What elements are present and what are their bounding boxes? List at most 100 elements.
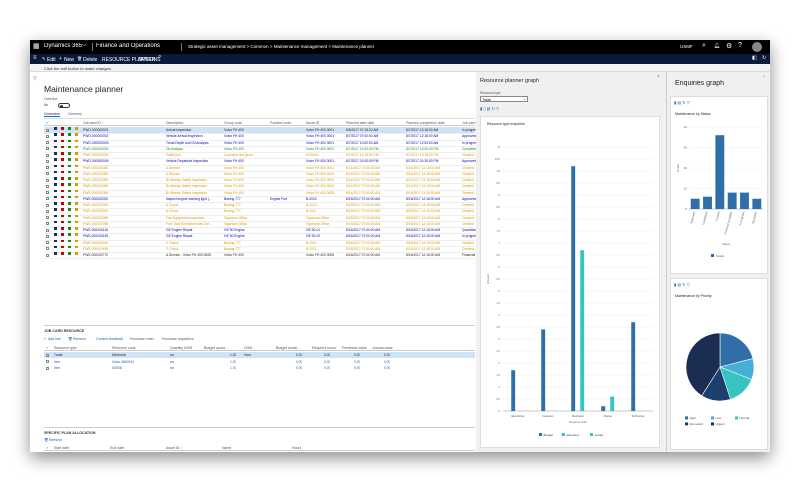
column-required-hours[interactable]: Required hours	[312, 345, 336, 351]
row-checkbox[interactable]	[46, 134, 49, 138]
column-journal-value[interactable]: Journal value	[372, 345, 393, 351]
column-name[interactable]: Name	[222, 445, 231, 451]
row-checkbox[interactable]	[46, 222, 49, 226]
table-row[interactable]: Item Volvo 4660343 ea 1.00 0.00 0.00 0.00 0.00	[44, 359, 475, 365]
close-icon[interactable]: ×	[657, 74, 660, 80]
hamburger-icon[interactable]: ≡	[33, 55, 37, 61]
bar-actual-mechanic[interactable]	[580, 250, 585, 411]
row-checkbox[interactable]	[46, 228, 49, 232]
new-button[interactable]: New	[64, 57, 74, 63]
edit-button[interactable]: Edit	[47, 57, 56, 63]
row-checkbox[interactable]	[46, 191, 49, 194]
table-row[interactable]: Trade Mechanic ea 1.00 Hour 0.00 0.00 0.00 0.00	[44, 352, 475, 359]
resource-section-title[interactable]: JOB CARD RESOURCE	[44, 329, 84, 333]
bell-icon[interactable]: 🔔︎	[714, 43, 720, 49]
column-end-date[interactable]: End date	[110, 445, 124, 451]
column-resource-code[interactable]: Resource code	[112, 345, 136, 351]
row-checkbox[interactable]	[46, 166, 49, 169]
table-row[interactable]: Item D0008 ea 1.00 0.00 0.00 0.00 0.00	[44, 365, 475, 371]
column-resource-type[interactable]: Resource type	[54, 345, 77, 351]
row-checkbox[interactable]	[46, 253, 49, 257]
column-hours[interactable]: Hours	[292, 445, 301, 451]
row-checkbox[interactable]	[46, 128, 49, 132]
module-name[interactable]: Finance and Operations	[96, 43, 160, 49]
line-chart-icon[interactable]: ▯	[483, 106, 485, 111]
bar-chart-icon[interactable]: ▮	[480, 106, 482, 111]
row-checkbox[interactable]	[46, 366, 49, 370]
breadcrumb[interactable]: Strategic asset management > Common > Ma…	[188, 44, 374, 49]
bar-budget-painter[interactable]	[601, 406, 606, 411]
column-start-date[interactable]: Start date	[54, 445, 69, 451]
commit-feedback-button[interactable]: Commit feedback	[96, 337, 123, 341]
row-checkbox[interactable]	[46, 353, 49, 357]
app-chevron-icon[interactable]: ⌵	[82, 42, 87, 49]
bar-actual-painter[interactable]	[610, 396, 615, 411]
help-icon[interactable]: ?	[738, 42, 742, 49]
filter-icon[interactable]: ▽	[496, 106, 499, 111]
column-budget-duration[interactable]: Budget durati...	[276, 345, 300, 351]
purchase-requisition-button[interactable]: Purchase requisition	[162, 337, 194, 341]
allocation-section-title[interactable]: SPECIFIC PLAN ALLOCATION	[44, 431, 96, 435]
bar-status-completed[interactable]	[703, 196, 712, 209]
resource-type-select[interactable]: Trade ⌄	[480, 96, 528, 102]
bar-status-quotation[interactable]	[752, 198, 762, 209]
search-icon[interactable]: ⌕	[158, 54, 161, 61]
row-checkbox[interactable]	[46, 234, 49, 238]
column-budget-quantity[interactable]: Budget quant...	[204, 345, 228, 351]
bar-budget-inspector[interactable]	[541, 329, 546, 411]
select-all-checkbox[interactable]: ✓	[46, 345, 49, 351]
column-planned-completion[interactable]: Planned completion date	[406, 120, 445, 126]
column-group-code[interactable]: Group code	[224, 120, 242, 126]
bar-status-approved[interactable]	[690, 198, 700, 209]
column-position-code[interactable]: Position code	[270, 120, 291, 126]
row-checkbox[interactable]	[46, 172, 49, 176]
column-job-card-id[interactable]: Job card ID ↑	[83, 120, 104, 126]
row-checkbox[interactable]	[46, 159, 49, 163]
row-checkbox[interactable]	[46, 178, 49, 182]
row-checkbox[interactable]	[46, 216, 49, 219]
column-quantity-uom[interactable]: Quantity UOM	[170, 345, 192, 351]
row-checkbox[interactable]	[46, 203, 49, 207]
row-checkbox[interactable]	[46, 141, 49, 144]
row-checkbox[interactable]	[46, 153, 49, 157]
bar-status-created[interactable]	[715, 135, 725, 209]
column-planned-start[interactable]: Planned start date	[346, 120, 374, 126]
purchase-order-button[interactable]: Purchase order	[130, 337, 154, 341]
delete-button[interactable]: Delete	[83, 57, 97, 63]
company-picker[interactable]: USMF	[680, 44, 693, 49]
allocation-remove-button[interactable]: Remove	[49, 438, 62, 442]
refresh-icon[interactable]: ↻	[762, 55, 766, 61]
office-icon[interactable]: ◧	[752, 55, 757, 61]
filter-icon[interactable]: ▽	[33, 76, 37, 82]
add-line-button[interactable]: Add line	[48, 337, 61, 341]
overdue-toggle[interactable]	[58, 103, 70, 108]
help-icon[interactable]: ?	[763, 74, 765, 79]
row-checkbox[interactable]	[46, 241, 49, 244]
bar-status-in-progress[interactable]	[740, 192, 749, 209]
row-checkbox[interactable]	[46, 147, 49, 151]
remove-button[interactable]: Remove	[73, 337, 86, 341]
bar-budget-technician[interactable]	[631, 322, 636, 411]
row-checkbox[interactable]	[46, 247, 49, 251]
bar-budget-electrician[interactable]	[511, 370, 516, 411]
column-uom[interactable]: UOM	[244, 345, 252, 351]
row-checkbox[interactable]	[46, 209, 49, 213]
bar-budget-mechanic[interactable]	[571, 166, 576, 411]
select-all-checkbox[interactable]: ✓	[46, 120, 49, 126]
tab-overview[interactable]: Overview	[44, 112, 60, 117]
row-checkbox[interactable]	[46, 197, 49, 201]
refresh-icon[interactable]: ↻	[492, 106, 495, 111]
bar-status-financial-complete[interactable]	[727, 192, 737, 209]
table-icon[interactable]: ▤	[487, 106, 491, 111]
gear-icon[interactable]: ⚙	[726, 42, 732, 50]
select-all-checkbox[interactable]: ✓	[46, 445, 49, 451]
row-checkbox[interactable]	[46, 184, 49, 188]
column-description[interactable]: Description	[166, 120, 184, 126]
avatar[interactable]	[752, 42, 762, 52]
tab-general[interactable]: General	[68, 112, 82, 116]
column-asset-id[interactable]: Asset ID	[306, 120, 319, 126]
row-checkbox[interactable]	[46, 360, 49, 363]
waffle-icon[interactable]: ▦	[33, 43, 41, 51]
column-feedback-value[interactable]: Feedback value	[342, 345, 367, 351]
search-icon[interactable]: ⌕	[702, 42, 706, 50]
